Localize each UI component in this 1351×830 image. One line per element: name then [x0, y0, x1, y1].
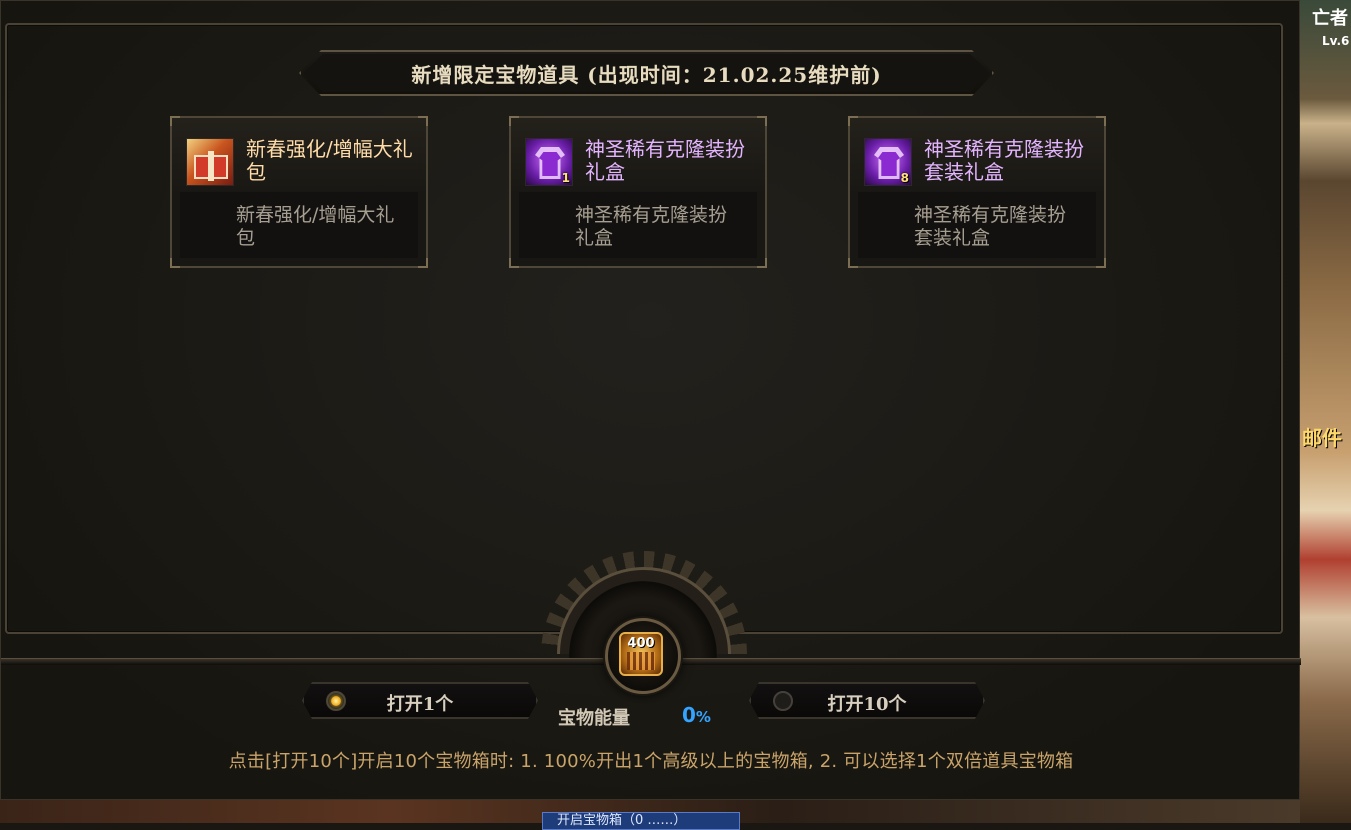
item-desc: 神圣稀有克隆装扮套装礼盒: [914, 204, 1067, 249]
costume-shirt-icon: 1: [525, 138, 573, 186]
open-one-button[interactable]: 打开1个: [302, 682, 538, 719]
coin-value: 400: [627, 636, 655, 651]
gift-box-icon: [186, 138, 234, 186]
open-ten-label: 打开10个: [827, 694, 907, 715]
energy-label: 宝物能量: [558, 708, 630, 729]
treasure-box-dialog: 新增限定宝物道具 (出现时间：21.02.25维护前) 新春强化/增幅大礼包 新…: [0, 0, 1301, 800]
costume-shirt-icon: 8: [864, 138, 912, 186]
item-desc: 神圣稀有克隆装扮礼盒: [575, 204, 728, 249]
background-level-text: Lv.6: [1322, 34, 1350, 48]
item-quantity: 8: [900, 171, 909, 185]
open-ten-hint: 点击[打开10个]开启10个宝物箱时: 1. 100%开出1个高级以上的宝物箱,…: [228, 751, 1074, 772]
background-name-text: 亡者: [1312, 8, 1348, 29]
energy-value: 0%: [682, 703, 711, 727]
treasure-coin-icon: 400: [619, 632, 663, 676]
item-name: 新春强化/增幅大礼包: [246, 137, 413, 184]
banner-title: 新增限定宝物道具 (出现时间：21.02.25维护前): [303, 54, 990, 92]
item-name: 神圣稀有克隆装扮礼盒: [585, 137, 745, 184]
open-one-label: 打开1个: [386, 694, 454, 715]
item-quantity: 1: [561, 171, 570, 185]
taskbar-open-box-button[interactable]: 开启宝物箱（0 ……）: [542, 812, 740, 830]
item-card-2[interactable]: 1 神圣稀有克隆装扮礼盒 神圣稀有克隆装扮礼盒: [509, 116, 767, 268]
game-background-right: 亡者 Lv.6 邮件: [1300, 0, 1351, 823]
open-ten-button[interactable]: 打开10个: [749, 682, 985, 719]
item-name: 神圣稀有克隆装扮套装礼盒: [924, 137, 1084, 184]
item-card-1[interactable]: 新春强化/增幅大礼包 新春强化/增幅大礼包: [170, 116, 428, 268]
item-desc: 新春强化/增幅大礼包: [236, 204, 395, 249]
item-card-3[interactable]: 8 神圣稀有克隆装扮套装礼盒 神圣稀有克隆装扮套装礼盒: [848, 116, 1106, 268]
background-mail-text: 邮件: [1302, 426, 1342, 450]
